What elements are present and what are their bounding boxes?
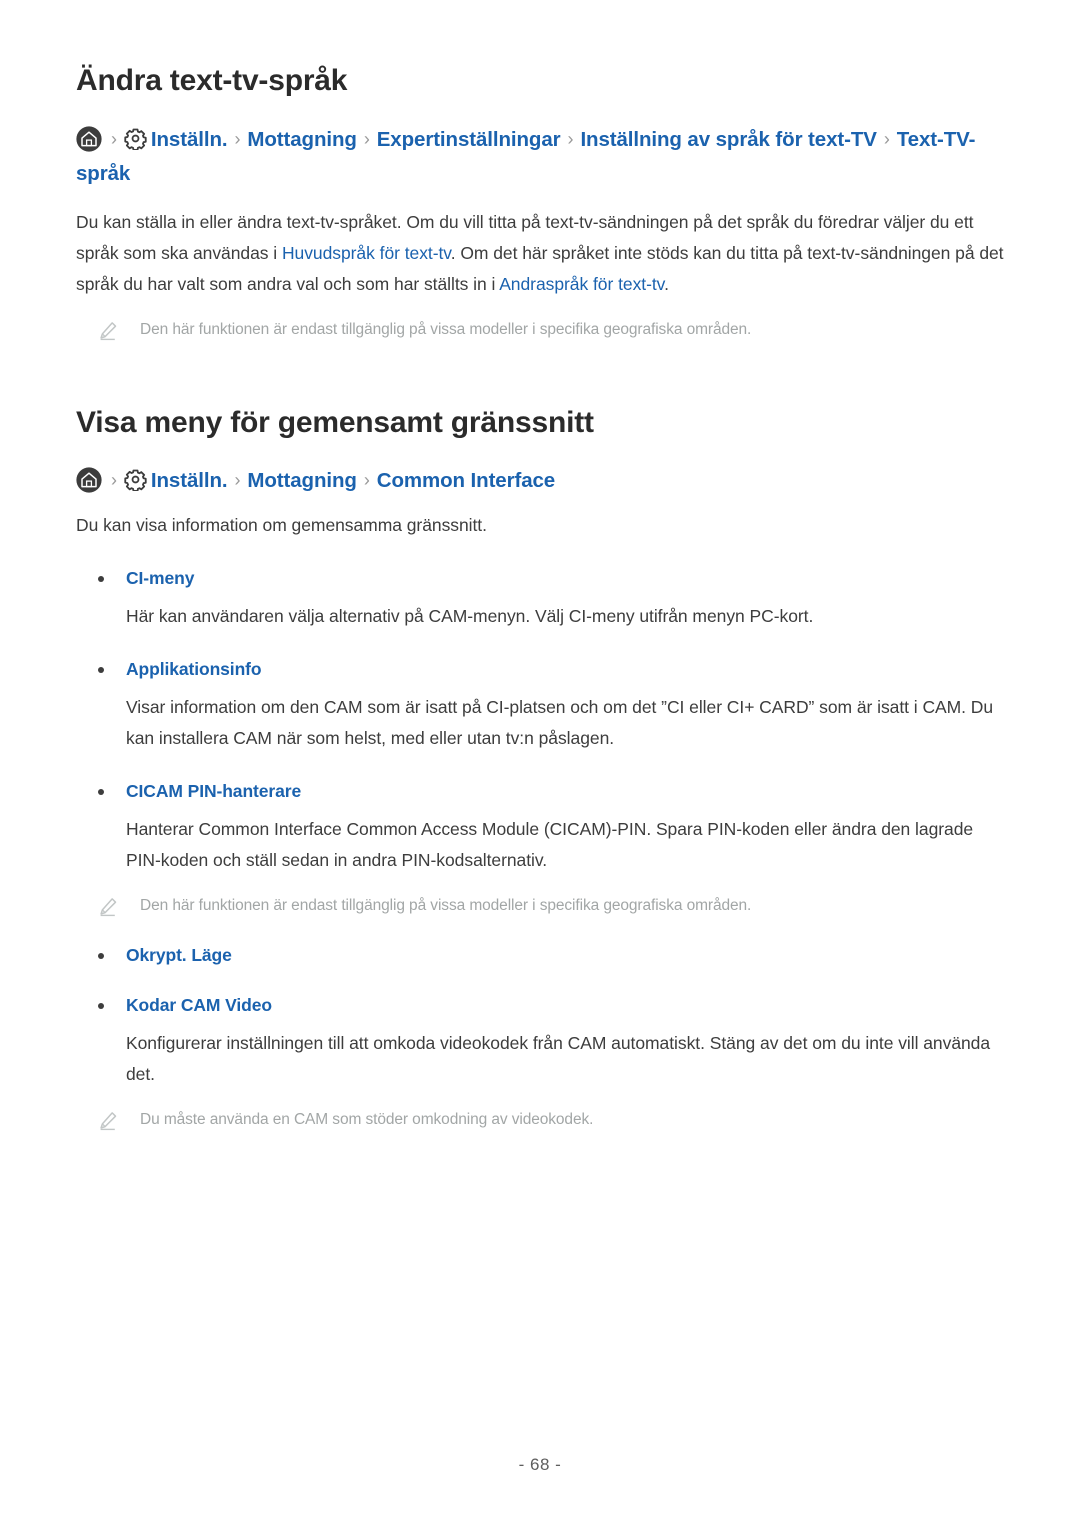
breadcrumb-item-installn[interactable]: Inställn.	[151, 128, 228, 151]
bullet-dot-icon	[98, 667, 104, 673]
gear-icon[interactable]	[124, 468, 147, 492]
note-text: Du måste använda en CAM som stöder omkod…	[140, 1111, 594, 1128]
note-3: Du måste använda en CAM som stöder omkod…	[76, 1108, 1004, 1132]
list-item-label-kodar-cam-video[interactable]: Kodar CAM Video	[126, 992, 272, 1018]
breadcrumb-2: › Inställn. › Mottagning › Common Interface	[76, 463, 1004, 498]
breadcrumb-separator: ›	[234, 470, 241, 490]
list-item-description-cicam-pin-hanterare: Hanterar Common Interface Common Access …	[126, 819, 974, 870]
breadcrumb-1: › Inställn. › Mottagning › Expertinställning…	[76, 122, 1004, 191]
section-2-intro: Du kan visa information om gemensamma gr…	[76, 515, 487, 535]
paragraph-text-part-3: .	[664, 273, 669, 294]
bullet-dot-icon	[98, 789, 104, 795]
link-huvudsprak-text-tv[interactable]: Huvudspråk för text-tv	[282, 243, 451, 263]
list-item: Kodar CAM Video	[76, 992, 1004, 1018]
breadcrumb-separator: ›	[363, 128, 370, 149]
note-2: Den här funktionen är endast tillgänglig…	[76, 894, 1004, 918]
bullet-dot-icon	[98, 576, 104, 582]
breadcrumb-separator: ›	[111, 470, 117, 490]
home-icon[interactable]	[76, 467, 102, 493]
breadcrumb-item-installn[interactable]: Inställn.	[151, 469, 228, 492]
link-andrasprak-text-tv[interactable]: Andraspråk för text-tv	[499, 274, 664, 294]
breadcrumb-separator: ›	[363, 470, 370, 490]
pencil-icon	[98, 1111, 118, 1131]
gear-icon[interactable]	[124, 127, 147, 151]
page-number: - 68 -	[518, 1455, 562, 1474]
list-item-description-applikationsinfo: Visar information om den CAM som är isat…	[126, 697, 994, 748]
breadcrumb-separator: ›	[234, 128, 241, 149]
pencil-icon	[98, 321, 118, 341]
list-item-description-kodar-cam-video: Konfigurerar inställningen till att omko…	[126, 1033, 991, 1084]
document-page: Ändra text-tv-språk › Inställn. › Mottagni…	[0, 0, 1080, 1527]
list-item-label-okrypt-lage[interactable]: Okrypt. Läge	[126, 942, 232, 968]
section-1-paragraph: Du kan ställa in eller ändra text-tv-spr…	[76, 207, 1004, 300]
breadcrumb-separator: ›	[567, 128, 574, 149]
page-title-2: Visa meny för gemensamt gränssnitt	[76, 405, 594, 439]
list-item: Applikationsinfo	[76, 656, 1004, 682]
breadcrumb-item-mottagning[interactable]: Mottagning	[247, 469, 357, 492]
bullet-dot-icon	[98, 1003, 104, 1009]
home-icon[interactable]	[76, 125, 102, 152]
breadcrumb-separator: ›	[883, 128, 890, 149]
list-item: CICAM PIN-hanterare	[76, 778, 1004, 804]
breadcrumb-separator: ›	[111, 128, 117, 149]
breadcrumb-item-common-interface[interactable]: Common Interface	[377, 469, 555, 492]
list-item-description-ci-meny: Här kan användaren välja alternativ på C…	[126, 606, 814, 626]
list-item-label-cicam-pin-hanterare[interactable]: CICAM PIN-hanterare	[126, 778, 301, 804]
pencil-icon	[98, 897, 118, 917]
note-text: Den här funktionen är endast tillgänglig…	[140, 320, 752, 338]
note-1: Den här funktionen är endast tillgänglig…	[76, 318, 1004, 342]
breadcrumb-item-expertinstallningar[interactable]: Expertinställningar	[377, 128, 561, 151]
breadcrumb-item-sprakinstallning[interactable]: Inställning av språk för text-TV	[580, 128, 877, 151]
bullet-dot-icon	[98, 953, 104, 959]
note-text: Den här funktionen är endast tillgänglig…	[140, 897, 752, 914]
breadcrumb-item-mottagning[interactable]: Mottagning	[247, 128, 357, 151]
page-title-1: Ändra text-tv-språk	[76, 64, 348, 97]
list-item-label-ci-meny[interactable]: CI-meny	[126, 565, 194, 591]
list-item: Okrypt. Läge	[76, 942, 1004, 968]
list-item-label-applikationsinfo[interactable]: Applikationsinfo	[126, 656, 262, 682]
list-item: CI-meny	[76, 565, 1004, 591]
